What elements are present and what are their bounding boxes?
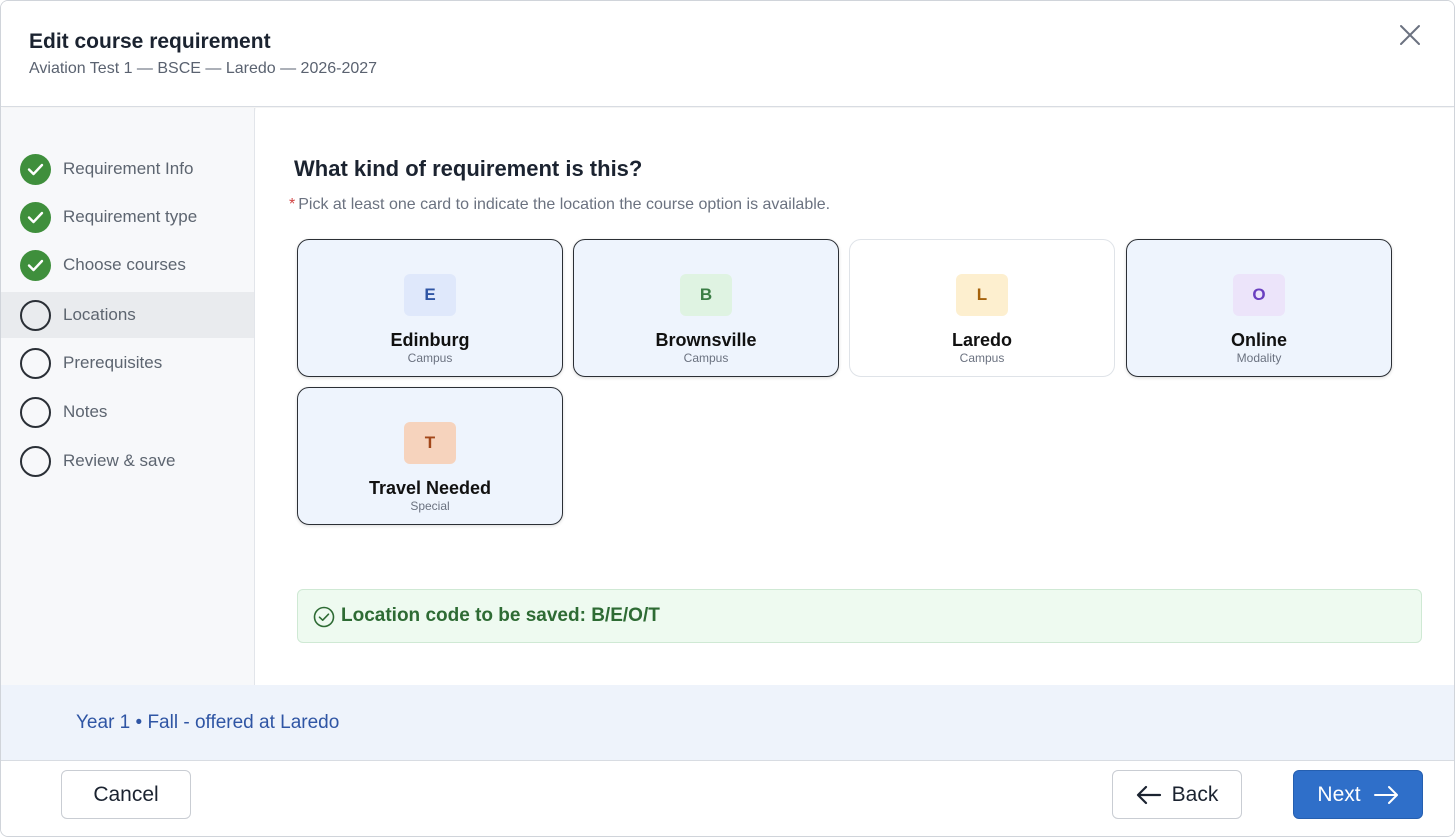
back-label: Back <box>1171 782 1219 806</box>
location-kind: Special <box>410 499 450 513</box>
location-kind: Campus <box>683 351 729 365</box>
location-code-summary: Location code to be saved: B/E/O/T <box>297 589 1422 643</box>
location-card-brownsville[interactable]: B Brownsville Campus <box>573 239 839 377</box>
hint-text: * Pick at least one card to indicate the … <box>289 196 830 214</box>
step-label: Requirement Info <box>63 159 194 178</box>
step-locations[interactable]: Locations <box>1 292 254 338</box>
location-code-text: Location code to be saved: B/E/O/T <box>341 605 660 626</box>
offering-info-text: Year 1 • Fall - offered at Laredo <box>76 712 340 733</box>
dialog-header: Edit course requirement Aviation Test 1 … <box>1 1 1454 107</box>
cancel-button[interactable]: Cancel <box>61 770 191 819</box>
hint-message: Pick at least one card to indicate the l… <box>298 196 831 213</box>
step-requirement-info[interactable]: Requirement Info <box>1 146 254 192</box>
main-content: What kind of requirement is this? * Pick … <box>256 108 1454 685</box>
check-circle-icon <box>313 606 335 628</box>
location-badge: O <box>1233 274 1285 316</box>
location-kind: Campus <box>959 351 1005 365</box>
step-label: Notes <box>63 402 108 421</box>
location-card-travel-needed[interactable]: T Travel Needed Special <box>297 387 563 525</box>
back-button[interactable]: Back <box>1112 770 1242 819</box>
step-requirement-type[interactable]: Requirement type <box>1 194 254 240</box>
location-name: Edinburg <box>390 330 470 350</box>
step-notes[interactable]: Notes <box>1 389 254 435</box>
step-label: Review & save <box>63 451 176 470</box>
location-card-edinburg[interactable]: E Edinburg Campus <box>297 239 563 377</box>
close-icon <box>1400 25 1420 45</box>
dialog-subtitle: Aviation Test 1 — BSCE — Laredo — 2026-2… <box>29 60 378 77</box>
location-badge: E <box>404 274 456 316</box>
step-choose-courses[interactable]: Choose courses <box>1 242 254 288</box>
arrow-left-icon <box>1136 785 1161 804</box>
location-kind: Campus <box>407 351 453 365</box>
step-prerequisites[interactable]: Prerequisites <box>1 340 254 386</box>
location-badge: T <box>404 422 456 464</box>
page-question: What kind of requirement is this? <box>294 156 643 181</box>
step-review-save[interactable]: Review & save <box>1 438 254 484</box>
step-label: Locations <box>63 305 136 324</box>
edit-requirement-dialog: Edit course requirement Aviation Test 1 … <box>0 0 1455 837</box>
location-badge: B <box>680 274 732 316</box>
next-button[interactable]: Next <box>1293 770 1423 819</box>
location-name: Brownsville <box>655 330 757 350</box>
location-badge: L <box>956 274 1008 316</box>
step-complete-icon <box>20 249 51 281</box>
step-label: Prerequisites <box>63 353 163 372</box>
location-kind: Modality <box>1236 351 1282 365</box>
next-label: Next <box>1317 782 1361 806</box>
offering-info-bar: Year 1 • Fall - offered at Laredo <box>1 685 1454 761</box>
location-name: Laredo <box>951 330 1012 350</box>
steps-sidebar: Requirement Info Requirement type Choose… <box>1 108 255 685</box>
step-pending-icon <box>20 445 51 477</box>
step-complete-icon <box>20 201 51 233</box>
step-pending-icon <box>20 299 51 331</box>
location-card-laredo[interactable]: L Laredo Campus <box>849 239 1115 377</box>
step-label: Choose courses <box>63 255 186 274</box>
step-label: Requirement type <box>63 207 198 226</box>
close-button[interactable] <box>1396 21 1424 49</box>
step-complete-icon <box>20 153 51 185</box>
location-card-online[interactable]: O Online Modality <box>1126 239 1392 377</box>
dialog-title: Edit course requirement <box>29 30 271 53</box>
step-pending-icon <box>20 396 51 428</box>
arrow-right-icon <box>1373 785 1398 804</box>
required-marker: * <box>289 196 296 213</box>
dialog-footer: Cancel Back Next <box>1 762 1454 836</box>
location-name: Online <box>1230 330 1287 350</box>
location-name: Travel Needed <box>368 478 492 498</box>
step-pending-icon <box>20 347 51 379</box>
